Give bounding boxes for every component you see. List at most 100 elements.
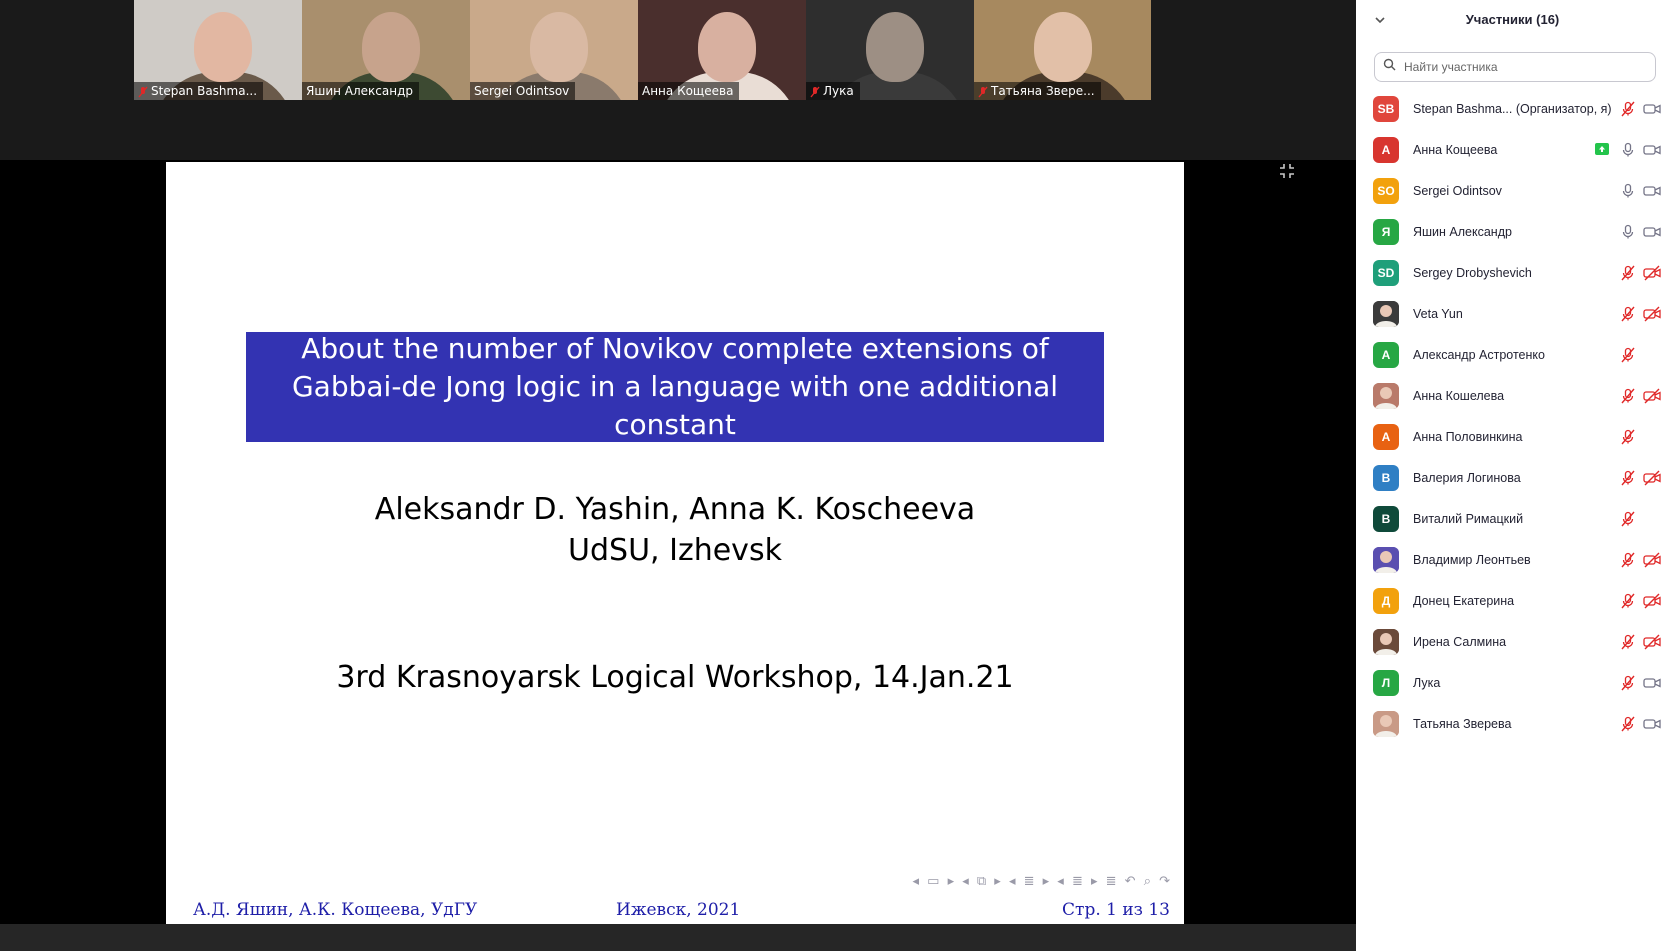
video-off-icon (1643, 552, 1661, 568)
participant-status-icons (1619, 593, 1661, 609)
beamer-navigation-icons[interactable]: ◂ ▭ ▸ ◂ ⧉ ▸ ◂ ≣ ▸ ◂ ≣ ▸ ≣ ↶ ⌕ ↷ (913, 874, 1173, 889)
video-name-label: Татьяна Звере... (991, 84, 1095, 98)
mic-muted-icon (810, 85, 820, 98)
video-icon (1643, 183, 1661, 199)
mic-muted-icon (1619, 552, 1637, 568)
avatar: SB (1373, 95, 1399, 122)
video-name-tag: Анна Кощеева (638, 82, 740, 100)
participant-row[interactable]: SB Stepan Bashma... (Организатор, я) (1356, 88, 1669, 129)
participant-name: Sergei Odintsov (1413, 183, 1502, 198)
mic-muted-icon (1619, 716, 1637, 732)
video-strip: Stepan Bashma... Яшин Александр Sergei Odi… (0, 0, 1356, 160)
avatar-photo (1373, 546, 1399, 573)
participant-name: Татьяна Зверева (1413, 716, 1512, 731)
participant-row[interactable]: А Александр Астротенко (1356, 334, 1669, 375)
avatar: SD (1373, 259, 1399, 286)
mic-muted-icon (1619, 265, 1637, 281)
video-off-icon (1643, 634, 1661, 650)
participant-row[interactable]: SD Sergey Drobyshevich (1356, 252, 1669, 293)
video-name-label: Stepan Bashma... (151, 84, 258, 98)
participant-list: SB Stepan Bashma... (Организатор, я) А Анна… (1356, 88, 1669, 744)
person-head (362, 12, 420, 82)
slide-authors: Aleksandr D. Yashin, Anna K. Koscheeva (374, 492, 976, 527)
participant-row[interactable]: Я Яшин Александр (1356, 211, 1669, 252)
participant-name: Veta Yun (1413, 306, 1463, 321)
video-name-tag: Лука (806, 82, 860, 100)
participant-name: Stepan Bashma... (Организатор, я) (1413, 101, 1612, 116)
video-off-icon (1643, 388, 1661, 404)
participant-name: Виталий Римацкий (1413, 511, 1524, 526)
mic-muted-icon (1619, 675, 1637, 691)
panel-title: Участники (16) (1465, 12, 1560, 27)
avatar: А (1373, 136, 1399, 163)
video-name-tag: Sergei Odintsov (470, 82, 576, 100)
participant-row[interactable]: Ирена Салмина (1356, 621, 1669, 662)
video-tile[interactable]: Stepan Bashma... (134, 0, 311, 100)
participant-row[interactable]: А Анна Половинкина (1356, 416, 1669, 457)
participant-status-icons (1619, 511, 1661, 527)
participant-status-icons (1619, 634, 1661, 650)
video-tile[interactable]: Татьяна Звере... (974, 0, 1151, 100)
participant-status-icons (1619, 429, 1661, 445)
video-icon (1643, 224, 1661, 240)
participant-status-icons (1619, 388, 1661, 404)
avatar-photo (1373, 300, 1399, 327)
avatar: А (1373, 341, 1399, 368)
search-icon (1383, 58, 1396, 76)
participant-row[interactable]: А Анна Кощеева (1356, 129, 1669, 170)
presentation-slide: About the number of Novikov complete ext… (166, 162, 1184, 924)
participant-name: Анна Кошелева (1413, 388, 1505, 403)
video-name-label: Sergei Odintsov (474, 84, 570, 98)
video-name-tag: Stepan Bashma... (134, 82, 264, 100)
avatar-photo (1373, 710, 1399, 737)
avatar: В (1373, 505, 1399, 532)
participant-status-icons (1619, 306, 1661, 322)
video-name-label: Лука (823, 84, 854, 98)
video-name-tag: Яшин Александр (302, 82, 419, 100)
participant-status-icons (1619, 716, 1661, 732)
shared-screen[interactable]: About the number of Novikov complete ext… (0, 160, 1356, 951)
search-input[interactable] (1402, 59, 1646, 75)
slide-title: About the number of Novikov complete ext… (246, 332, 1104, 442)
video-icon (1643, 716, 1661, 732)
participant-row[interactable]: Анна Кошелева (1356, 375, 1669, 416)
avatar: Я (1373, 218, 1399, 245)
participant-name: Ирена Салмина (1413, 634, 1507, 649)
participant-row[interactable]: В Валерия Логинова (1356, 457, 1669, 498)
participant-row[interactable]: Д Донец Екатерина (1356, 580, 1669, 621)
video-name-label: Анна Кощеева (642, 84, 734, 98)
mic-muted-icon (1619, 101, 1637, 117)
screen-share-icon (1595, 142, 1613, 158)
mic-muted-icon (1619, 511, 1637, 527)
participant-row[interactable]: В Виталий Римацкий (1356, 498, 1669, 539)
participant-status-icons (1595, 142, 1661, 158)
mic-icon (1619, 142, 1637, 158)
participant-search[interactable] (1374, 52, 1656, 82)
participant-row[interactable]: Татьяна Зверева (1356, 703, 1669, 744)
participant-name: Sergey Drobyshevich (1413, 265, 1532, 280)
participant-name: Яшин Александр (1413, 224, 1512, 239)
participant-row[interactable]: Л Лука (1356, 662, 1669, 703)
person-head (1034, 12, 1092, 82)
participant-status-icons (1619, 470, 1661, 486)
video-off-icon (1643, 265, 1661, 281)
mic-icon (1619, 183, 1637, 199)
video-icon (1643, 142, 1661, 158)
video-tile[interactable]: Sergei Odintsov (470, 0, 647, 100)
avatar: Д (1373, 587, 1399, 614)
video-tile[interactable]: Яшин Александр (302, 0, 479, 100)
video-tile[interactable]: Анна Кощеева (638, 0, 815, 100)
meeting-bottom-bar (0, 924, 1356, 951)
video-name-tag: Татьяна Звере... (974, 82, 1101, 100)
participant-name: Донец Екатерина (1413, 593, 1515, 608)
participant-row[interactable]: SO Sergei Odintsov (1356, 170, 1669, 211)
mic-muted-icon (1619, 470, 1637, 486)
video-tile[interactable]: Лука (806, 0, 983, 100)
mic-muted-icon (1619, 429, 1637, 445)
exit-fullscreen-icon[interactable] (1278, 162, 1296, 180)
avatar: SO (1373, 177, 1399, 204)
participant-row[interactable]: Владимир Леонтьев (1356, 539, 1669, 580)
participant-row[interactable]: Veta Yun (1356, 293, 1669, 334)
person-head (530, 12, 588, 82)
video-placeholder (1643, 511, 1661, 527)
